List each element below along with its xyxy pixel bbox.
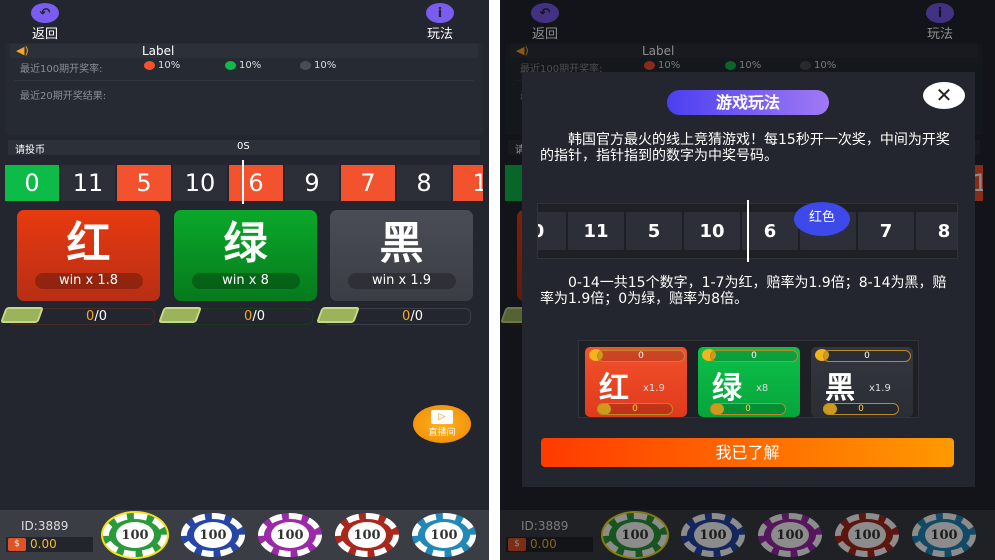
chip-blue[interactable]: 100 bbox=[181, 513, 245, 557]
chip-value: 100 bbox=[348, 522, 386, 548]
rules-text: 0-14一共15个数字，1-7为红，赔率为1.9倍；8-14为黑，赔率为1.9倍… bbox=[540, 275, 947, 307]
live-room-button[interactable]: ▷ 直播间 bbox=[413, 405, 471, 443]
rules-modal: 游戏玩法 ✕ 韩国官方最火的线上竞猜游戏！每15秒开一次奖，中间为开奖的指针，指… bbox=[522, 72, 975, 487]
rules-label: 玩法 bbox=[426, 27, 453, 42]
card-title: 红 bbox=[66, 218, 111, 269]
example-cell-red: 7 bbox=[858, 212, 914, 250]
total-bet: 0 bbox=[597, 350, 685, 362]
cash-icon bbox=[316, 307, 360, 323]
example-cell-red: 6 bbox=[742, 212, 798, 250]
my-bet: 0 bbox=[597, 403, 673, 415]
example-cards: 0 红 x1.9 0 0 绿 x8 0 0 黑 x1.9 0 bbox=[578, 340, 919, 418]
win-multiplier: win x 8 bbox=[191, 273, 300, 289]
rate-row: 最近100期开奖率: 10% 10% 10% bbox=[20, 60, 336, 75]
bet-prompt: 请投币 bbox=[15, 145, 45, 156]
rate-label: 最近100期开奖率: bbox=[20, 64, 103, 75]
win-multiplier: win x 1.8 bbox=[34, 273, 143, 289]
pointer-line bbox=[747, 200, 749, 262]
bet-bar: 请投币 0S bbox=[8, 140, 480, 156]
card-multiplier: x1.9 bbox=[869, 383, 891, 394]
number-cell-green: 0 bbox=[5, 165, 59, 201]
card-title: 黑 bbox=[825, 371, 855, 406]
chip-value: 100 bbox=[194, 522, 232, 548]
example-card-black: 0 黑 x1.9 0 bbox=[811, 347, 913, 417]
intro-text: 韩国官方最火的线上竞猜游戏！每15秒开一次奖，中间为开奖的指针，指针指到的数字为… bbox=[540, 132, 950, 164]
black-rate: 10% bbox=[314, 60, 337, 71]
notice-label: Label bbox=[142, 44, 175, 58]
example-cell-green: 0 bbox=[538, 212, 566, 250]
back-button[interactable]: ↶ 返回 bbox=[20, 3, 70, 42]
example-card-green: 0 绿 x8 0 bbox=[698, 347, 800, 417]
bet-card-red[interactable]: 红 win x 1.8 bbox=[17, 210, 160, 301]
example-cell-red: 5 bbox=[626, 212, 682, 250]
total-bet: /0 bbox=[94, 309, 107, 324]
video-camera-icon: ▷ bbox=[431, 410, 453, 424]
my-bet: 0 bbox=[710, 403, 786, 415]
close-icon[interactable]: ✕ bbox=[923, 82, 965, 109]
recent-results-label: 最近20期开奖结果: bbox=[20, 91, 107, 102]
modal-title: 游戏玩法 bbox=[667, 90, 829, 115]
number-strip: 01151069781 bbox=[5, 165, 483, 201]
number-cell-black: 9 bbox=[285, 165, 339, 201]
number-cell-red: 1 bbox=[453, 165, 483, 201]
back-label: 返回 bbox=[31, 27, 58, 42]
total-bet: /0 bbox=[410, 309, 423, 324]
number-cell-red: 7 bbox=[341, 165, 395, 201]
example-cell-black: 8 bbox=[916, 212, 957, 250]
game-screen-with-rules-modal: ↶ 返回 i 玩法 ◀) Label 最近100期开奖率: 10% 10% 10… bbox=[500, 0, 995, 560]
win-multiplier: win x 1.9 bbox=[347, 273, 456, 289]
bet-amount-green: 0/0 bbox=[158, 307, 313, 325]
chip-cyan[interactable]: 100 bbox=[412, 513, 476, 557]
number-cell-black: 11 bbox=[61, 165, 115, 201]
chip-value: 100 bbox=[271, 522, 309, 548]
card-title: 绿 bbox=[223, 218, 268, 269]
card-title: 绿 bbox=[712, 371, 742, 406]
example-cell-black: 10 bbox=[684, 212, 740, 250]
coin-wallet-icon: $ bbox=[8, 538, 26, 551]
cash-icon bbox=[158, 307, 202, 323]
balance: $ 0.00 bbox=[6, 537, 93, 552]
number-cell-red: 5 bbox=[117, 165, 171, 201]
number-cell-black: 10 bbox=[173, 165, 227, 201]
card-multiplier: x8 bbox=[756, 383, 769, 394]
chip-value: 100 bbox=[425, 522, 463, 548]
chip-green[interactable]: 100 bbox=[103, 513, 167, 557]
total-bet: /0 bbox=[252, 309, 265, 324]
bet-card-green[interactable]: 绿 win x 8 bbox=[174, 210, 317, 301]
balance-value: 0.00 bbox=[30, 537, 57, 551]
bet-amount-red: 0/0 bbox=[0, 307, 155, 325]
chip-red[interactable]: 100 bbox=[335, 513, 399, 557]
back-arrow-icon: ↶ bbox=[31, 3, 59, 23]
game-screen: ↶ 返回 i 玩法 ◀) Label 最近100期开奖率: 10% 10% 10… bbox=[0, 0, 489, 560]
cash-icon bbox=[0, 307, 44, 323]
speaker-icon: ◀) bbox=[16, 44, 29, 57]
live-room-label: 直播间 bbox=[428, 428, 456, 438]
result-bubble: 红色 bbox=[794, 202, 850, 236]
number-cell-black: 8 bbox=[397, 165, 451, 201]
bet-amount-black: 0/0 bbox=[316, 307, 471, 325]
number-cell-red: 6 bbox=[229, 165, 283, 201]
example-cell-black: 11 bbox=[568, 212, 624, 250]
pointer-line bbox=[242, 160, 244, 204]
divider bbox=[14, 80, 474, 81]
example-card-red: 0 红 x1.9 0 bbox=[585, 347, 687, 417]
card-title: 黑 bbox=[379, 218, 424, 269]
confirm-button[interactable]: 我已了解 bbox=[541, 438, 954, 467]
card-multiplier: x1.9 bbox=[643, 383, 665, 394]
red-rate: 10% bbox=[158, 60, 181, 71]
chip-purple[interactable]: 100 bbox=[258, 513, 322, 557]
notice-bar: ◀) Label bbox=[10, 44, 478, 58]
total-bet: 0 bbox=[710, 350, 798, 362]
rules-button[interactable]: i 玩法 bbox=[415, 3, 465, 42]
my-bet: 0 bbox=[823, 403, 899, 415]
green-rate: 10% bbox=[239, 60, 262, 71]
info-icon: i bbox=[426, 3, 454, 23]
total-bet: 0 bbox=[823, 350, 911, 362]
user-id: ID:3889 bbox=[21, 519, 69, 533]
bet-card-black[interactable]: 黑 win x 1.9 bbox=[330, 210, 473, 301]
countdown-timer: 0S bbox=[237, 141, 250, 152]
chip-value: 100 bbox=[116, 522, 154, 548]
card-title: 红 bbox=[599, 371, 629, 406]
